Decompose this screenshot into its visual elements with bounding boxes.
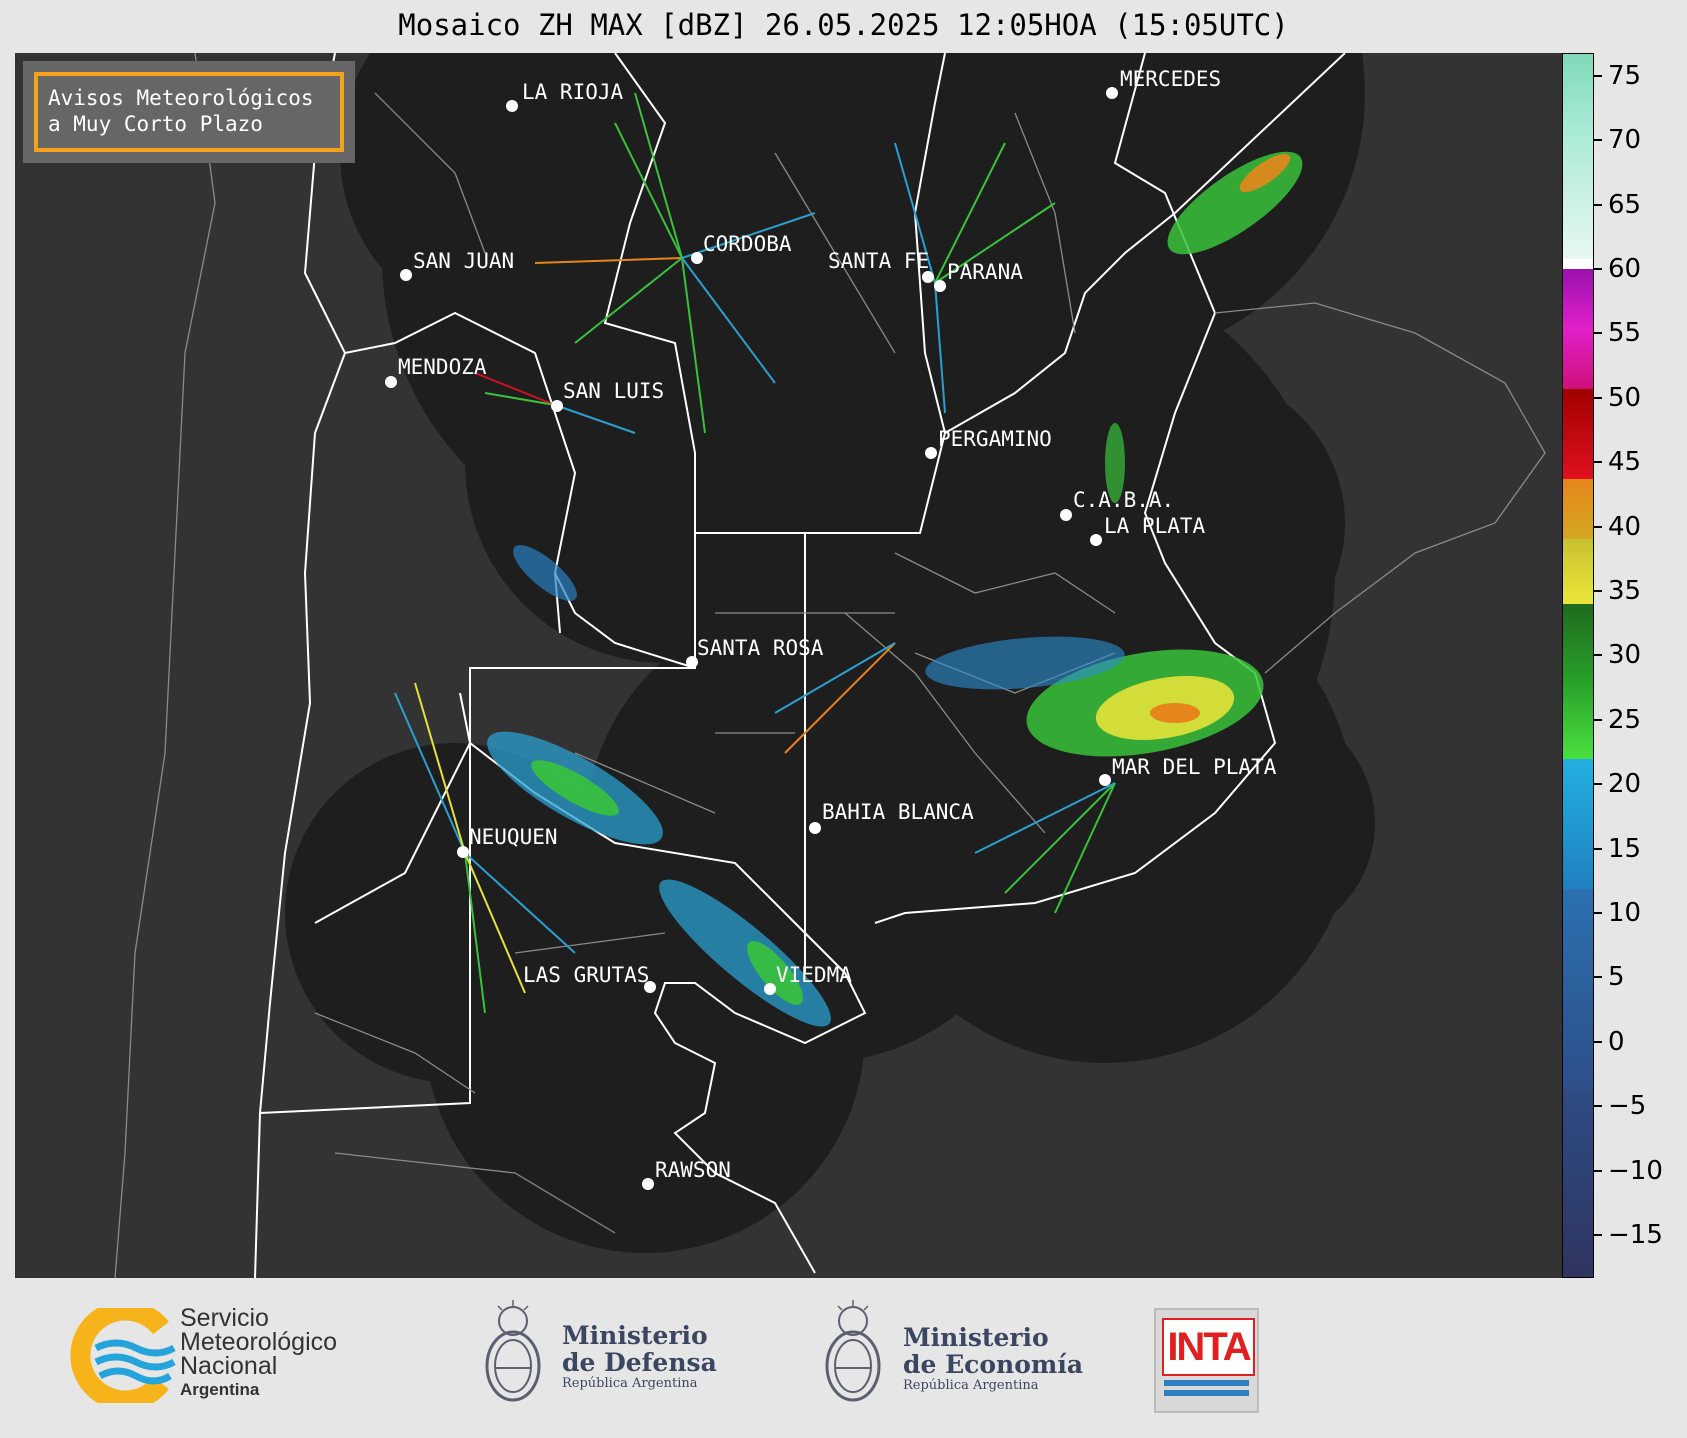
colorbar-segment (1563, 129, 1593, 259)
colorbar-tick: −10 (1594, 1156, 1663, 1186)
avisos-box[interactable]: Avisos Meteorológicos a Muy Corto Plazo (23, 61, 355, 163)
city-marker-bahia-blanca[interactable] (809, 822, 821, 834)
city-marker-san-juan[interactable] (400, 269, 412, 281)
city-marker-la-plata[interactable] (1090, 534, 1102, 546)
colorbar-segment (1563, 604, 1593, 759)
city-label-neuquen: NEUQUEN (469, 825, 558, 849)
colorbar (1562, 53, 1594, 1278)
coat-of-arms-icon (825, 1300, 881, 1402)
city-marker-cordoba[interactable] (691, 252, 703, 264)
colorbar-segment (1563, 889, 1593, 1089)
colorbar-segment (1563, 479, 1593, 539)
colorbar-tick: 15 (1594, 834, 1641, 864)
ministerio-defensa-text: Ministerio de Defensa República Argentin… (562, 1321, 717, 1391)
city-marker-caba[interactable] (1060, 509, 1072, 521)
city-marker-pergamino[interactable] (925, 447, 937, 459)
colorbar-tick: 5 (1594, 962, 1625, 992)
avisos-label: Avisos Meteorológicos a Muy Corto Plazo (34, 72, 344, 152)
city-marker-viedma[interactable] (764, 983, 776, 995)
colorbar-tick: 25 (1594, 705, 1641, 735)
colorbar-tick: 75 (1594, 61, 1641, 91)
colorbar-tick: 0 (1594, 1027, 1625, 1057)
city-marker-rawson[interactable] (642, 1178, 654, 1190)
colorbar-segment (1563, 539, 1593, 604)
colorbar-segment (1563, 269, 1593, 389)
city-label-pergamino: PERGAMINO (938, 427, 1052, 451)
city-marker-mar-del-plata[interactable] (1099, 774, 1111, 786)
colorbar-tick: 60 (1594, 254, 1641, 284)
inta-logo: INTA (1154, 1308, 1259, 1413)
colorbar-tick: 70 (1594, 125, 1641, 155)
colorbar-tick: 20 (1594, 769, 1641, 799)
city-label-mar-del-plata: MAR DEL PLATA (1112, 755, 1277, 779)
city-label-caba: C.A.B.A. (1073, 488, 1175, 512)
inta-stripe (1164, 1390, 1249, 1396)
colorbar-tick: 65 (1594, 190, 1641, 220)
city-marker-mercedes[interactable] (1106, 87, 1118, 99)
city-label-bahia-blanca: BAHIA BLANCA (822, 800, 974, 824)
colorbar-tick: −15 (1594, 1220, 1663, 1250)
city-marker-san-luis[interactable] (551, 400, 563, 412)
smn-logo-text: Servicio Meteorológico Nacional Argentin… (180, 1304, 338, 1400)
city-marker-mendoza[interactable] (385, 376, 397, 388)
city-label-rawson: RAWSON (655, 1158, 731, 1182)
footer-logos: Servicio Meteorológico Nacional Argentin… (0, 1278, 1687, 1438)
colorbar-tick: 40 (1594, 512, 1641, 542)
colorbar-tick: 45 (1594, 447, 1641, 477)
city-label-mercedes: MERCEDES (1120, 67, 1222, 91)
coat-of-arms-icon (485, 1300, 541, 1402)
map-title: Mosaico ZH MAX [dBZ] 26.05.2025 12:05HOA… (398, 8, 1289, 42)
colorbar-segment (1563, 759, 1593, 889)
city-label-viedma: VIEDMA (776, 963, 852, 987)
colorbar-tick: 10 (1594, 898, 1641, 928)
smn-logo-icon (70, 1308, 176, 1403)
city-label-santa-rosa: SANTA ROSA (697, 636, 824, 660)
city-label-la-plata: LA PLATA (1104, 514, 1206, 538)
city-label-san-luis: SAN LUIS (563, 379, 665, 403)
city-marker-neuquen[interactable] (457, 846, 469, 858)
city-label-san-juan: SAN JUAN (413, 249, 515, 273)
city-label-las-grutas: LAS GRUTAS (523, 963, 650, 987)
city-label-parana: PARANA (947, 260, 1023, 284)
inta-stripe (1164, 1380, 1249, 1386)
city-marker-la-rioja[interactable] (506, 100, 518, 112)
radar-map[interactable]: Avisos Meteorológicos a Muy Corto Plazo … (15, 53, 1562, 1278)
colorbar-segment (1563, 54, 1593, 129)
city-label-la-rioja: LA RIOJA (522, 80, 624, 104)
colorbar-segment (1563, 259, 1593, 269)
city-label-mendoza: MENDOZA (398, 355, 487, 379)
colorbar-tick: 35 (1594, 576, 1641, 606)
colorbar-tick: 30 (1594, 640, 1641, 670)
colorbar-segment (1563, 1089, 1593, 1277)
colorbar-segment (1563, 389, 1593, 479)
colorbar-tick: −5 (1594, 1091, 1646, 1121)
ministerio-economia-text: Ministerio de Economía República Argenti… (903, 1323, 1084, 1393)
city-label-cordoba: CORDOBA (703, 232, 792, 256)
city-marker-parana[interactable] (934, 280, 946, 292)
city-label-santa-fe: SANTA FE (828, 249, 930, 273)
colorbar-tick: 55 (1594, 318, 1641, 348)
colorbar-tick: 50 (1594, 383, 1641, 413)
